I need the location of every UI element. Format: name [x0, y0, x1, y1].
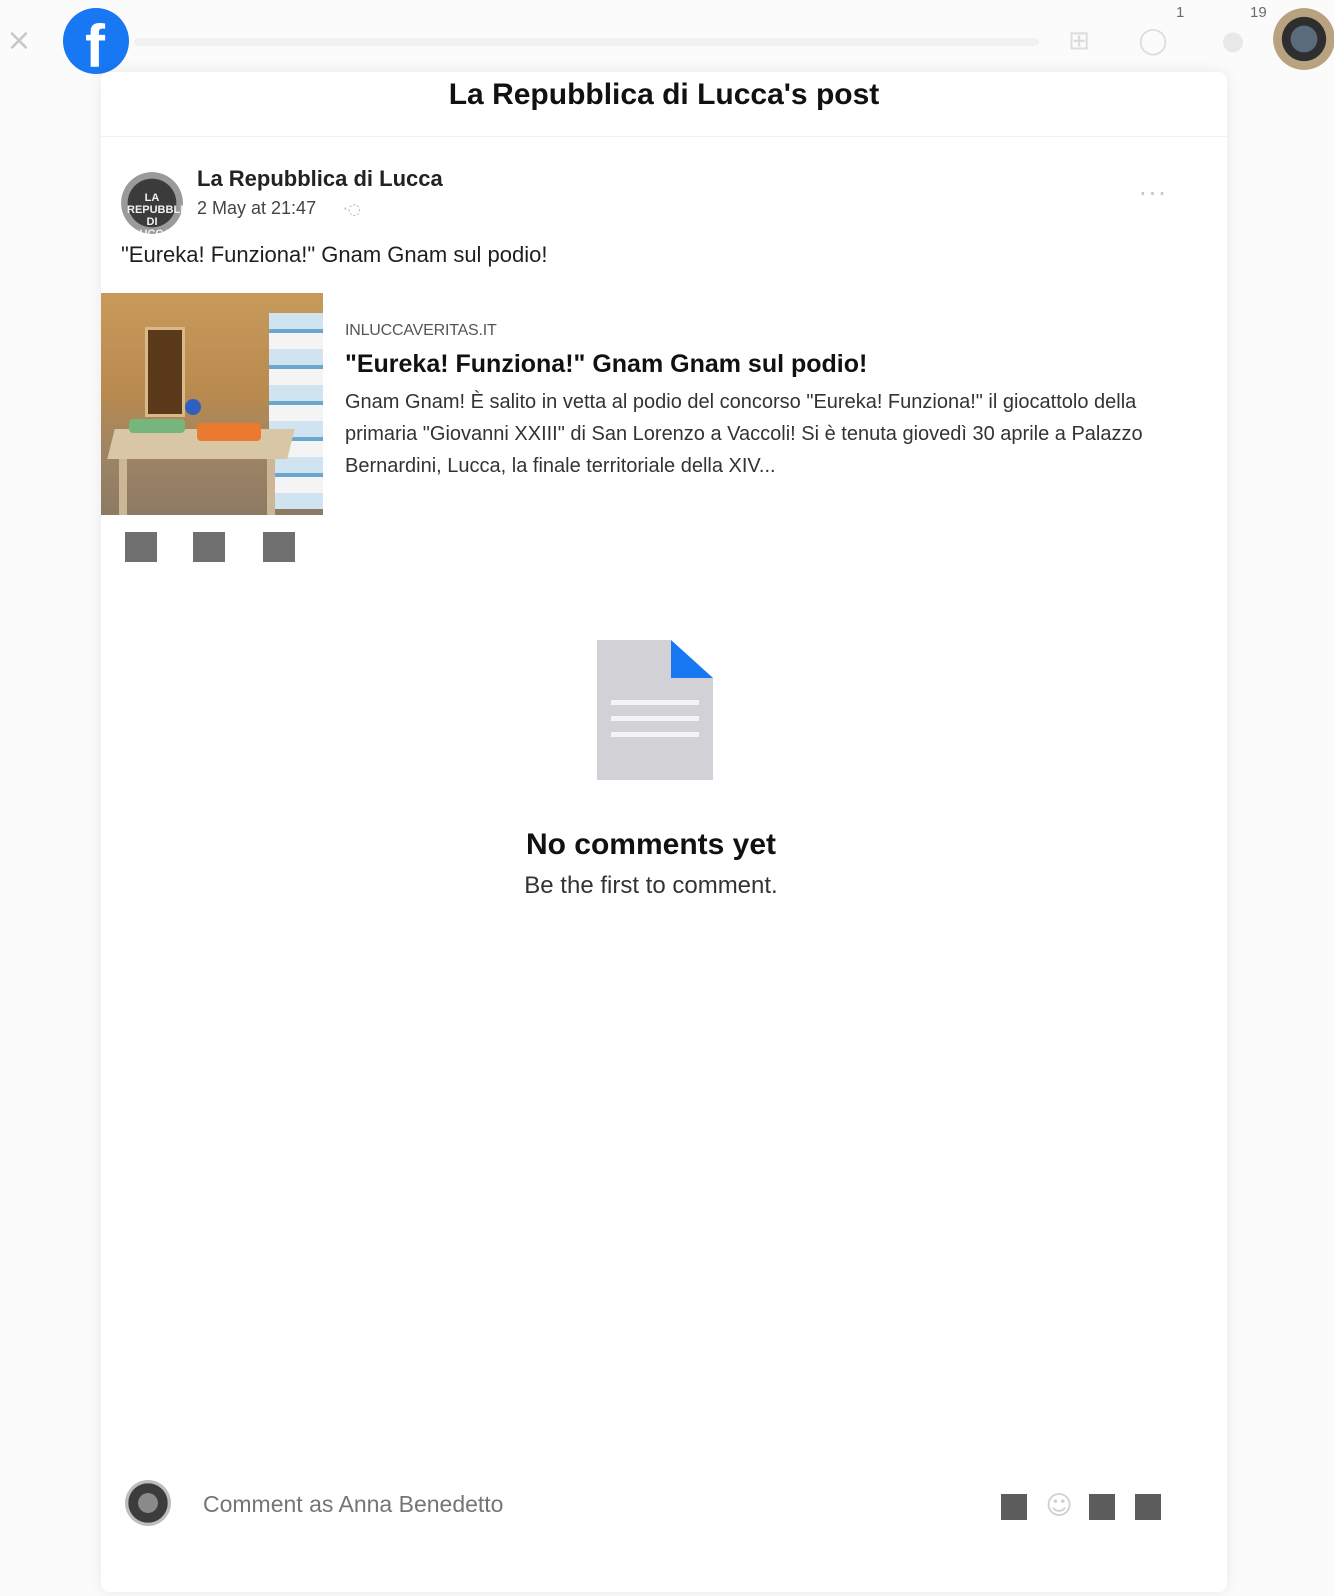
facebook-logo[interactable]: f	[63, 8, 129, 74]
messenger-icon[interactable]: ◯	[1138, 26, 1168, 56]
messenger-badge: 1	[1176, 4, 1185, 21]
menu-icon[interactable]: ⊞	[1064, 26, 1094, 56]
share-button[interactable]	[263, 532, 295, 562]
emoji-icon[interactable]: ☺	[1045, 1492, 1073, 1520]
post-author[interactable]: La Repubblica di Lucca	[197, 166, 443, 192]
link-title[interactable]: "Eureka! Funziona!" Gnam Gnam sul podio!	[345, 350, 867, 379]
close-icon[interactable]: ×	[4, 26, 34, 56]
image-door	[145, 327, 185, 417]
page-avatar-text: LA REPUBBLICA DI LUCCA	[127, 192, 183, 234]
page-avatar[interactable]: LA REPUBBLICA DI LUCCA	[121, 172, 183, 234]
notifications-icon[interactable]: ●	[1218, 26, 1248, 56]
sticker-button[interactable]	[1001, 1494, 1027, 1520]
comment-button[interactable]	[193, 532, 225, 562]
image-orange-object	[197, 423, 261, 441]
link-domain[interactable]: INLUCCAVERITAS.IT	[345, 322, 497, 340]
notifications-badge: 19	[1250, 4, 1267, 21]
composer-avatar[interactable]	[125, 1480, 171, 1526]
profile-avatar[interactable]	[1273, 8, 1334, 70]
image-blue-object	[185, 399, 201, 415]
title-divider	[101, 136, 1227, 137]
empty-comments-title: No comments yet	[525, 828, 777, 861]
link-preview-image[interactable]	[101, 293, 323, 515]
image-shelf	[269, 313, 323, 509]
empty-comments-subtitle: Be the first to comment.	[524, 872, 778, 899]
image-table-leg	[119, 459, 127, 515]
image-table-leg	[267, 459, 275, 515]
comment-input[interactable]	[201, 1486, 985, 1522]
post-text: "Eureka! Funziona!" Gnam Gnam sul podio!	[121, 242, 548, 267]
post-dialog: La Repubblica di Lucca's post LA REPUBBL…	[101, 72, 1227, 1592]
more-options-icon[interactable]: ···	[1139, 180, 1168, 208]
like-button[interactable]	[125, 532, 157, 562]
link-description[interactable]: Gnam Gnam! È salito in vetta al podio de…	[345, 386, 1175, 482]
document-icon	[597, 640, 713, 780]
dialog-title: La Repubblica di Lucca's post	[448, 78, 880, 111]
facebook-logo-letter: f	[85, 13, 105, 75]
post-timestamp[interactable]: 2 May at 21:47	[197, 198, 316, 219]
search-bar[interactable]	[134, 38, 1039, 46]
facebook-page: × f ⊞ ◯ 1 ● 19 La Repubblica di Lucca's …	[0, 0, 1334, 1596]
image-green-object	[129, 419, 185, 433]
camera-button[interactable]	[1089, 1494, 1115, 1520]
gif-button[interactable]	[1135, 1494, 1161, 1520]
audience-globe-icon: ·◌	[343, 200, 361, 218]
